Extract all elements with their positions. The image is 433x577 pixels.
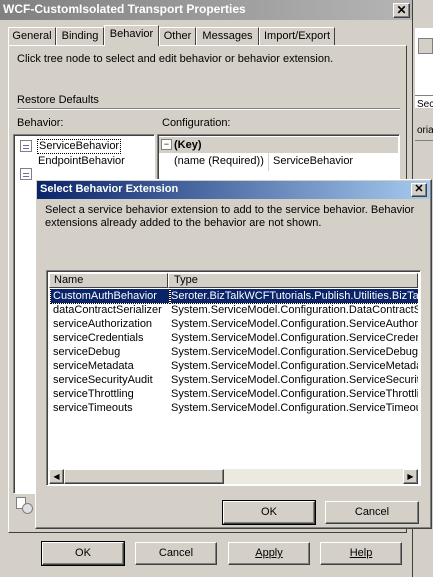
tab-import-export[interactable]: Import/Export (259, 27, 335, 45)
background-gray-line (415, 140, 433, 141)
list-item-name: serviceThrottling (53, 388, 134, 400)
list-item-type: System.ServiceModel.Configuration.Servic… (171, 318, 418, 330)
list-item-type: System.ServiceModel.Configuration.Servic… (171, 374, 418, 386)
tree-item-servicebehavior[interactable]: ServiceBehavior (37, 139, 122, 154)
behavior-label: Behavior: (17, 117, 64, 129)
tab-behavior[interactable]: Behavior (104, 25, 159, 46)
apply-button[interactable]: Apply (228, 542, 310, 565)
column-header-type[interactable]: Type (168, 273, 418, 288)
list-item-name: dataContractSerializer (53, 304, 162, 316)
tab-binding[interactable]: Binding (56, 27, 104, 45)
collapse-icon[interactable]: − (161, 139, 172, 150)
list-item[interactable]: serviceSecurityAudit System.ServiceModel.… (49, 373, 418, 387)
apply-label: Apply (255, 547, 283, 559)
list-item[interactable]: dataContractSerializer System.ServiceMode… (49, 303, 418, 317)
grid-divider (268, 153, 269, 171)
scroll-right-button[interactable]: ▶ (403, 469, 418, 484)
list-item[interactable]: serviceCredentials System.ServiceModel.Co… (49, 331, 418, 345)
list-item-type: Seroter.BizTalkWCFTutorials.Publish.Util… (170, 289, 418, 304)
background-text-fragment: Secu (417, 99, 433, 110)
close-icon: ✕ (396, 3, 407, 17)
column-header-type-label: Type (174, 274, 198, 286)
restore-defaults-link[interactable]: Restore Defaults (17, 94, 99, 107)
tab-messages[interactable]: Messages (196, 27, 259, 45)
list-item[interactable]: serviceAuthorization System.ServiceModel.… (49, 317, 418, 331)
behavior-node-icon (20, 140, 32, 152)
grid-section-key: (Key) (174, 139, 202, 151)
separator (17, 108, 400, 110)
close-button[interactable]: ✕ (393, 3, 410, 18)
list-item[interactable]: serviceDebug System.ServiceModel.Configur… (49, 345, 418, 359)
dialog-cancel-button[interactable]: Cancel (325, 501, 419, 524)
column-header-name-label: Name (54, 274, 84, 286)
dialog-close-button[interactable]: ✕ (411, 183, 427, 197)
scroll-thumb[interactable] (64, 469, 224, 484)
list-item-name: serviceDebug (53, 346, 121, 358)
list-item-name: serviceAuthorization (53, 318, 153, 330)
list-item-name: serviceCredentials (53, 332, 144, 344)
grid-prop-value[interactable]: ServiceBehavior (273, 155, 353, 168)
list-item-type: System.ServiceModel.Configuration.Servic… (171, 388, 418, 400)
cancel-button[interactable]: Cancel (135, 542, 217, 565)
list-item[interactable]: serviceTimeouts System.ServiceModel.Confi… (49, 401, 418, 415)
column-header-name[interactable]: Name (49, 273, 168, 288)
tree-item-endpointbehavior[interactable]: EndpointBehavior (38, 155, 125, 168)
help-label: Help (349, 547, 373, 559)
arrow-right-icon: ▶ (407, 472, 414, 481)
list-item-type: System.ServiceModel.Configuration.Servic… (171, 360, 418, 372)
window-title: WCF-CustomIsolated Transport Properties (3, 2, 246, 16)
grid-prop-name: (name (Required)) (174, 155, 264, 167)
status-icon (14, 495, 33, 514)
list-header: Name Type (49, 273, 418, 288)
list-item-name: serviceTimeouts (53, 402, 133, 414)
list-item-type: System.ServiceModel.Configuration.DataCo… (171, 304, 418, 316)
hint-text: Click tree node to select and edit behav… (17, 53, 334, 65)
background-edit-box (418, 38, 433, 54)
scroll-left-button[interactable]: ◀ (49, 469, 64, 484)
help-button[interactable]: Help (320, 542, 402, 565)
behavior-node-icon (20, 168, 32, 180)
list-item-name: CustomAuthBehavior (50, 289, 170, 304)
list-item-name: serviceSecurityAudit (53, 374, 153, 386)
arrow-left-icon: ◀ (53, 472, 60, 481)
horizontal-scrollbar[interactable]: ◀ ▶ (49, 469, 418, 484)
background-text-fragment: orials (417, 125, 433, 136)
list-item[interactable]: serviceMetadata System.ServiceModel.Confi… (49, 359, 418, 373)
tab-other[interactable]: Other (159, 27, 196, 45)
list-item-type: System.ServiceModel.Configuration.Servic… (171, 346, 418, 358)
close-icon: ✕ (414, 183, 424, 195)
list-body: CustomAuthBehavior Seroter.BizTalkWCFTuto… (49, 289, 418, 469)
list-item-type: System.ServiceModel.Configuration.Servic… (171, 332, 418, 344)
dialog-message: Select a service behavior extension to a… (45, 204, 415, 229)
dialog-title: Select Behavior Extension (40, 183, 179, 195)
list-item-type: System.ServiceModel.Configuration.Servic… (171, 402, 418, 414)
tab-general[interactable]: General (8, 27, 56, 45)
ok-button[interactable]: OK (41, 541, 125, 566)
list-item[interactable]: CustomAuthBehavior Seroter.BizTalkWCFTuto… (49, 289, 418, 304)
list-item[interactable]: serviceThrottling System.ServiceModel.Con… (49, 387, 418, 401)
background-gray-line (415, 95, 433, 96)
dialog-ok-button[interactable]: OK (222, 500, 316, 525)
configuration-label: Configuration: (162, 117, 231, 129)
list-item-name: serviceMetadata (53, 360, 134, 372)
